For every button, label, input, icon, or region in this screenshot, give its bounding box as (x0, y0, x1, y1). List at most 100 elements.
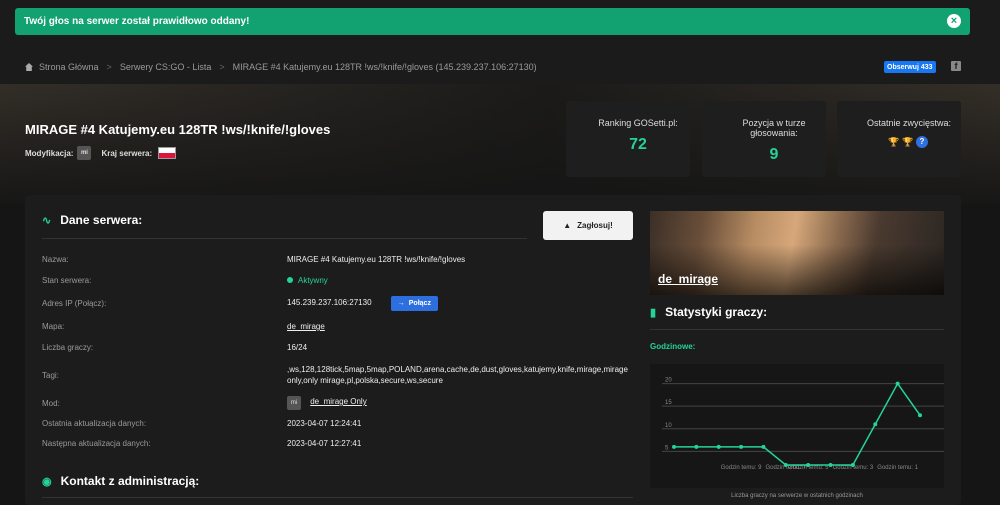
row-value: MIRAGE #4 Katujemy.eu 128TR !ws/!knife/!… (287, 255, 466, 264)
y-tick-label: 15 (665, 400, 672, 406)
close-icon[interactable]: × (947, 14, 961, 28)
detail-row-tags: Tagi: ,ws,128,128tick,5map,5map,POLAND,a… (42, 364, 633, 386)
breadcrumb-separator: > (106, 62, 112, 72)
data-point (716, 444, 721, 449)
row-key: Ostatnia aktualizacja danych: (42, 419, 147, 428)
poland-flag-icon (158, 147, 177, 159)
mod-badge-icon: mi (77, 146, 92, 160)
vote-button-label: Zagłosuj! (577, 221, 613, 230)
row-value: 145.239.237.106:27130 → Połącz (287, 296, 633, 311)
page-title: MIRAGE #4 Katujemy.eu 128TR !ws/!knife/!… (25, 122, 331, 137)
row-value: Aktywny (287, 276, 633, 285)
data-point (806, 462, 811, 467)
row-key: Nazwa: (42, 255, 69, 264)
y-tick-label: 10 (665, 423, 672, 429)
row-key: Tagi: (42, 370, 59, 380)
data-point (895, 381, 900, 386)
activity-icon: ∿ (42, 214, 52, 227)
wins-stat: Ostatnie zwycięstwa: 🏆 🏆 ? (837, 101, 961, 177)
position-value: 9 (769, 146, 779, 163)
success-alert: Twój głos na serwer został prawidłowo od… (15, 8, 970, 35)
map-name-link[interactable]: de_mirage (658, 272, 718, 286)
data-point (873, 422, 878, 427)
chart-subtitle: Godzinowe: (650, 342, 696, 351)
x-tick-label: Godzin temu: 1 (877, 465, 918, 471)
detail-row-next-update: Następna aktualizacja danych: 2023-04-07… (42, 439, 633, 448)
row-value: ,ws,128,128tick,5map,5map,POLAND,arena,c… (287, 365, 628, 385)
x-tick-label: Godzin temu: 9 (721, 465, 762, 471)
contact-heading-text: Kontakt z administracją: (60, 474, 200, 488)
contact-heading: ◉ Kontakt z administracją: (42, 474, 199, 488)
ranking-value: 72 (629, 136, 647, 153)
detail-row-status: Stan serwera: Aktywny (42, 276, 633, 285)
bar-chart-icon: ▮ (650, 306, 657, 319)
row-key: Stan serwera: (42, 276, 92, 285)
divider (42, 497, 633, 498)
series-line (674, 382, 921, 466)
player-stats-heading: ▮ Statystyki graczy: (650, 305, 767, 319)
mod-link[interactable]: de_mirage Only (310, 397, 366, 406)
mod-label: Modyfikacja: (25, 148, 74, 158)
data-point (739, 444, 744, 449)
row-value: 2023-04-07 12:24:41 (287, 419, 362, 428)
status-dot-icon (287, 277, 293, 283)
row-key: Mod: (42, 398, 60, 408)
player-stats-heading-text: Statystyki graczy: (665, 305, 768, 319)
row-key: Liczba graczy: (42, 343, 94, 352)
data-point (761, 444, 766, 449)
alert-message: Twój głos na serwer został prawidłowo od… (24, 16, 250, 27)
breadcrumb-separator: > (219, 62, 225, 72)
gold-trophy-icon: 🏆 (888, 137, 900, 147)
row-key: Adres IP (Połącz): (42, 299, 107, 308)
player-chart: 5 10 15 20 Godzin temu: 9 Godzin temu: 7 Godzi… (650, 364, 944, 488)
data-point (850, 462, 855, 467)
data-point (694, 444, 699, 449)
unknown-trophy-icon: ? (916, 136, 928, 148)
silver-trophy-icon: 🏆 (902, 137, 914, 147)
row-value: mi de_mirage Only (287, 396, 633, 410)
breadcrumb-home[interactable]: Strona Główna (39, 62, 99, 72)
detail-row-map: Mapa: de_mirage (42, 322, 633, 331)
position-stat: Pozycja w turze głosowania: 9 (702, 101, 826, 177)
data-point (783, 462, 788, 467)
wins-label: Ostatnie zwycięstwa: (866, 118, 952, 128)
detail-row-last-update: Ostatnia aktualizacja danych: 2023-04-07… (42, 419, 633, 428)
map-link[interactable]: de_mirage (287, 322, 633, 331)
position-label: Pozycja w turze głosowania: (742, 118, 806, 138)
detail-row-ip: Adres IP (Połącz): 145.239.237.106:27130… (42, 296, 633, 311)
facebook-follow-button[interactable]: Obserwuj 433 (884, 61, 936, 73)
row-key: Następna aktualizacja danych: (42, 439, 151, 448)
row-value: 2023-04-07 12:27:41 (287, 439, 362, 448)
detail-row-name: Nazwa: MIRAGE #4 Katujemy.eu 128TR !ws/!… (42, 255, 633, 264)
divider (650, 329, 944, 330)
ip-address: 145.239.237.106:27130 (287, 298, 372, 307)
ranking-label: Ranking GOSetti.pl: (598, 118, 678, 128)
facebook-icon[interactable]: f (951, 61, 961, 71)
details-heading-text: Dane serwera: (60, 213, 143, 227)
home-icon (25, 63, 33, 71)
connect-icon: → (397, 300, 405, 307)
globe-icon: ◉ (42, 475, 52, 488)
ranking-stat: Ranking GOSetti.pl: 72 (566, 101, 690, 177)
detail-row-mod: Mod: mi de_mirage Only (42, 396, 633, 410)
country-label: Kraj serwera: (101, 148, 153, 158)
chart-caption: Liczba graczy na serwerze w ostatnich go… (731, 493, 863, 499)
vote-button[interactable]: ▲ Zagłosuj! (543, 211, 633, 240)
breadcrumb-server-list[interactable]: Serwery CS:GO - Lista (120, 62, 212, 72)
connect-label: Połącz (408, 300, 431, 307)
connect-button[interactable]: → Połącz (390, 296, 438, 311)
player-chart-svg: 5101520Godzin temu: 9 Godzin temu: 7Godzi… (662, 378, 944, 471)
data-point (828, 462, 833, 467)
divider (42, 238, 527, 239)
mod-badge-icon: mi (287, 396, 301, 410)
thumbs-up-icon: ▲ (563, 221, 572, 230)
row-key: Mapa: (42, 322, 65, 331)
details-heading: ∿ Dane serwera: (42, 213, 142, 227)
breadcrumb-current: MIRAGE #4 Katujemy.eu 128TR !ws/!knife/!… (232, 62, 537, 72)
data-point (918, 413, 922, 418)
detail-row-players: Liczba graczy: 16/24 (42, 343, 633, 352)
map-image[interactable]: de_mirage (650, 211, 944, 295)
server-meta: Modyfikacja: mi Kraj serwera: (25, 146, 177, 160)
y-tick-label: 20 (665, 378, 672, 384)
status-text: Aktywny (298, 276, 328, 285)
